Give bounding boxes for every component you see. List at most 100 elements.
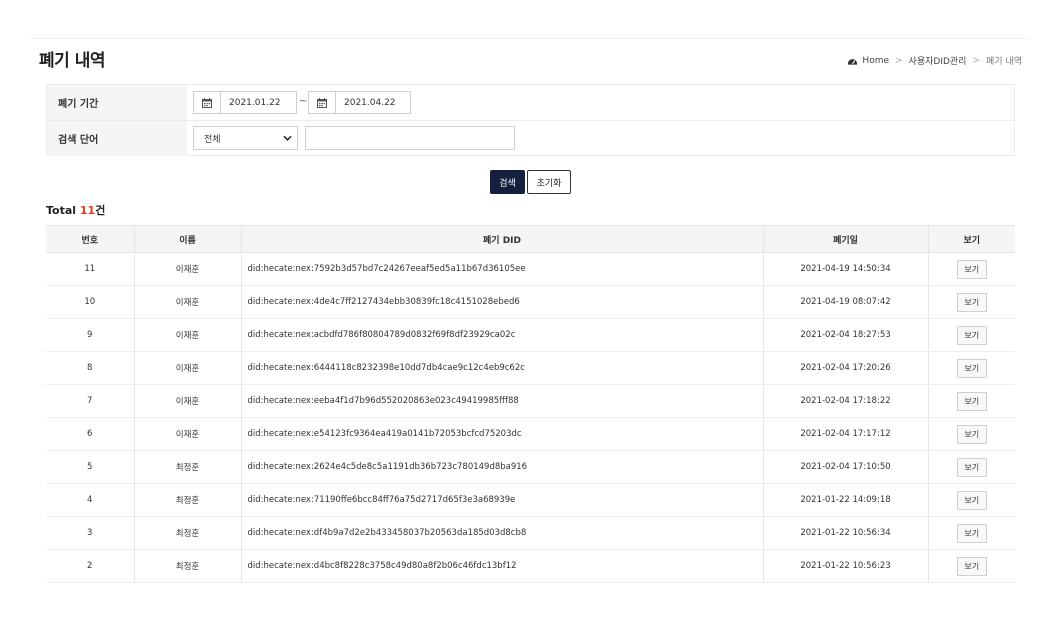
table-row: 6 이재훈 did:hecate:nex:e54123fc9364ea419a014…: [46, 417, 1015, 451]
row-did: did:hecate:nex:2624e4c5de8c5a1191db36b72…: [240, 450, 763, 484]
row-did: did:hecate:nex:eeba4f1d7b96d552020863e02…: [240, 384, 763, 418]
row-did: did:hecate:nex:71190ffe6bcc84ff76a75d271…: [240, 483, 763, 517]
row-did: did:hecate:nex:df4b9a7d2e2b433458037b205…: [240, 516, 763, 550]
table-row: 9 이재훈 did:hecate:nex:acbdfd786f80804789d08…: [46, 318, 1015, 352]
row-name: 최정훈: [133, 450, 241, 484]
total-count: 11: [79, 204, 96, 217]
breadcrumb-home-link[interactable]: Home: [862, 56, 889, 66]
row-view-cell: 보기: [927, 252, 1015, 286]
row-view-cell: 보기: [927, 516, 1015, 550]
row-number: 3: [46, 516, 134, 550]
date-from-field[interactable]: 2021.01.22: [193, 91, 297, 114]
row-revoked-date: 2021-01-22 14:09:18: [762, 483, 928, 517]
view-button[interactable]: 보기: [956, 391, 987, 411]
row-name: 이재훈: [133, 417, 241, 451]
row-revoked-date: 2021-02-04 17:20:26: [762, 351, 928, 385]
row-name: 최정훈: [133, 483, 241, 517]
row-revoked-date: 2021-02-04 17:18:22: [762, 384, 928, 418]
row-number: 5: [46, 450, 134, 484]
keyword-label: 검색 단어: [47, 121, 187, 156]
view-button[interactable]: 보기: [956, 358, 987, 378]
row-view-cell: 보기: [927, 483, 1015, 517]
row-revoked-date: 2021-01-22 10:56:23: [762, 549, 928, 583]
top-divider: [30, 38, 1030, 39]
row-revoked-date: 2021-01-22 10:56:34: [762, 516, 928, 550]
row-name: 이재훈: [133, 252, 241, 286]
row-did: did:hecate:nex:d4bc8f8228c3758c49d80a8f2…: [240, 549, 763, 583]
column-header: 폐기일: [762, 225, 928, 253]
row-did: did:hecate:nex:e54123fc9364ea419a0141b72…: [240, 417, 763, 451]
row-name: 이재훈: [133, 318, 241, 352]
view-button[interactable]: 보기: [956, 325, 987, 345]
row-number: 6: [46, 417, 134, 451]
breadcrumb-current: 폐기 내역: [986, 57, 1022, 67]
breadcrumb-separator: >: [895, 55, 903, 66]
breadcrumb-separator: >: [972, 55, 981, 66]
date-range-tilde: ~: [299, 96, 308, 107]
row-view-cell: 보기: [927, 318, 1015, 352]
keyword-row: 검색 단어 전체: [47, 121, 1014, 156]
row-number: 9: [46, 318, 134, 352]
row-number: 8: [46, 351, 134, 385]
row-number: 10: [46, 285, 134, 319]
row-name: 이재훈: [133, 351, 241, 385]
table-row: 8 이재훈 did:hecate:nex:6444118c8232398e10dd7…: [46, 351, 1015, 385]
view-button[interactable]: 보기: [956, 292, 987, 312]
view-button[interactable]: 보기: [956, 490, 987, 510]
search-panel: 폐기 기간 2021.01.22 ~ 2021.04.22 검색 단어 전체: [46, 84, 1015, 156]
row-number: 2: [46, 549, 134, 583]
table-row: 3 최정훈 did:hecate:nex:df4b9a7d2e2b433458037…: [46, 516, 1015, 550]
row-number: 11: [46, 252, 134, 286]
column-header: 보기: [927, 225, 1015, 253]
row-revoked-date: 2021-02-04 17:17:12: [762, 417, 928, 451]
row-name: 최정훈: [133, 549, 241, 583]
row-name: 이재훈: [133, 285, 241, 319]
chevron-down-icon: [283, 135, 292, 141]
table-row: 10 이재훈 did:hecate:nex:4de4c7ff2127434ebb30…: [46, 285, 1015, 319]
date-from-value: 2021.01.22: [229, 97, 281, 108]
search-scope-select[interactable]: 전체: [193, 126, 298, 150]
column-header: 이름: [133, 225, 241, 253]
revocation-table: 번호 이름 폐기 DID 폐기일 보기 11 이재훈 did:hecate:nex:…: [46, 225, 1015, 583]
row-name: 최정훈: [133, 516, 241, 550]
view-button[interactable]: 보기: [956, 457, 987, 477]
search-scope-value: 전체: [204, 134, 221, 145]
row-view-cell: 보기: [927, 549, 1015, 583]
breadcrumb-section-link[interactable]: 사용자DID관리: [909, 54, 967, 67]
date-to-field[interactable]: 2021.04.22: [308, 91, 411, 114]
view-button[interactable]: 보기: [956, 523, 987, 543]
reset-button[interactable]: 초기화: [527, 170, 571, 194]
view-button[interactable]: 보기: [956, 424, 987, 444]
period-row: 폐기 기간 2021.01.22 ~ 2021.04.22: [47, 85, 1014, 121]
row-number: 4: [46, 483, 134, 517]
search-keyword-input[interactable]: [305, 126, 515, 150]
calendar-icon[interactable]: [309, 92, 336, 113]
row-revoked-date: 2021-02-04 17:10:50: [762, 450, 928, 484]
view-button[interactable]: 보기: [956, 556, 987, 576]
view-button[interactable]: 보기: [956, 259, 987, 279]
page-title: 폐기 내역: [39, 51, 105, 71]
total-prefix: Total: [46, 204, 80, 217]
total-suffix: 건: [95, 204, 106, 217]
row-view-cell: 보기: [927, 285, 1015, 319]
row-name: 이재훈: [133, 384, 241, 418]
period-label: 폐기 기간: [47, 85, 187, 120]
row-revoked-date: 2021-02-04 18:27:53: [762, 318, 928, 352]
row-did: did:hecate:nex:7592b3d57bd7c24267eeaf5ed…: [240, 252, 763, 286]
table-row: 7 이재훈 did:hecate:nex:eeba4f1d7b96d55202086…: [46, 384, 1015, 418]
row-view-cell: 보기: [927, 351, 1015, 385]
row-did: did:hecate:nex:6444118c8232398e10dd7db4c…: [240, 351, 763, 385]
row-did: did:hecate:nex:4de4c7ff2127434ebb30839fc…: [240, 285, 763, 319]
row-view-cell: 보기: [927, 384, 1015, 418]
row-view-cell: 보기: [927, 450, 1015, 484]
date-to-value: 2021.04.22: [344, 97, 396, 108]
table-row: 11 이재훈 did:hecate:nex:7592b3d57bd7c24267ee…: [46, 252, 1015, 286]
table-row: 5 최정훈 did:hecate:nex:2624e4c5de8c5a1191db3…: [46, 450, 1015, 484]
table-row: 2 최정훈 did:hecate:nex:d4bc8f8228c3758c49d80…: [46, 549, 1015, 583]
column-header: 폐기 DID: [240, 225, 763, 253]
search-button[interactable]: 검색: [490, 170, 525, 194]
calendar-icon[interactable]: [194, 92, 221, 113]
table-header-row: 번호 이름 폐기 DID 폐기일 보기: [46, 225, 1015, 253]
total-count-label: Total 11건: [46, 202, 105, 218]
dashboard-icon: [848, 58, 858, 65]
